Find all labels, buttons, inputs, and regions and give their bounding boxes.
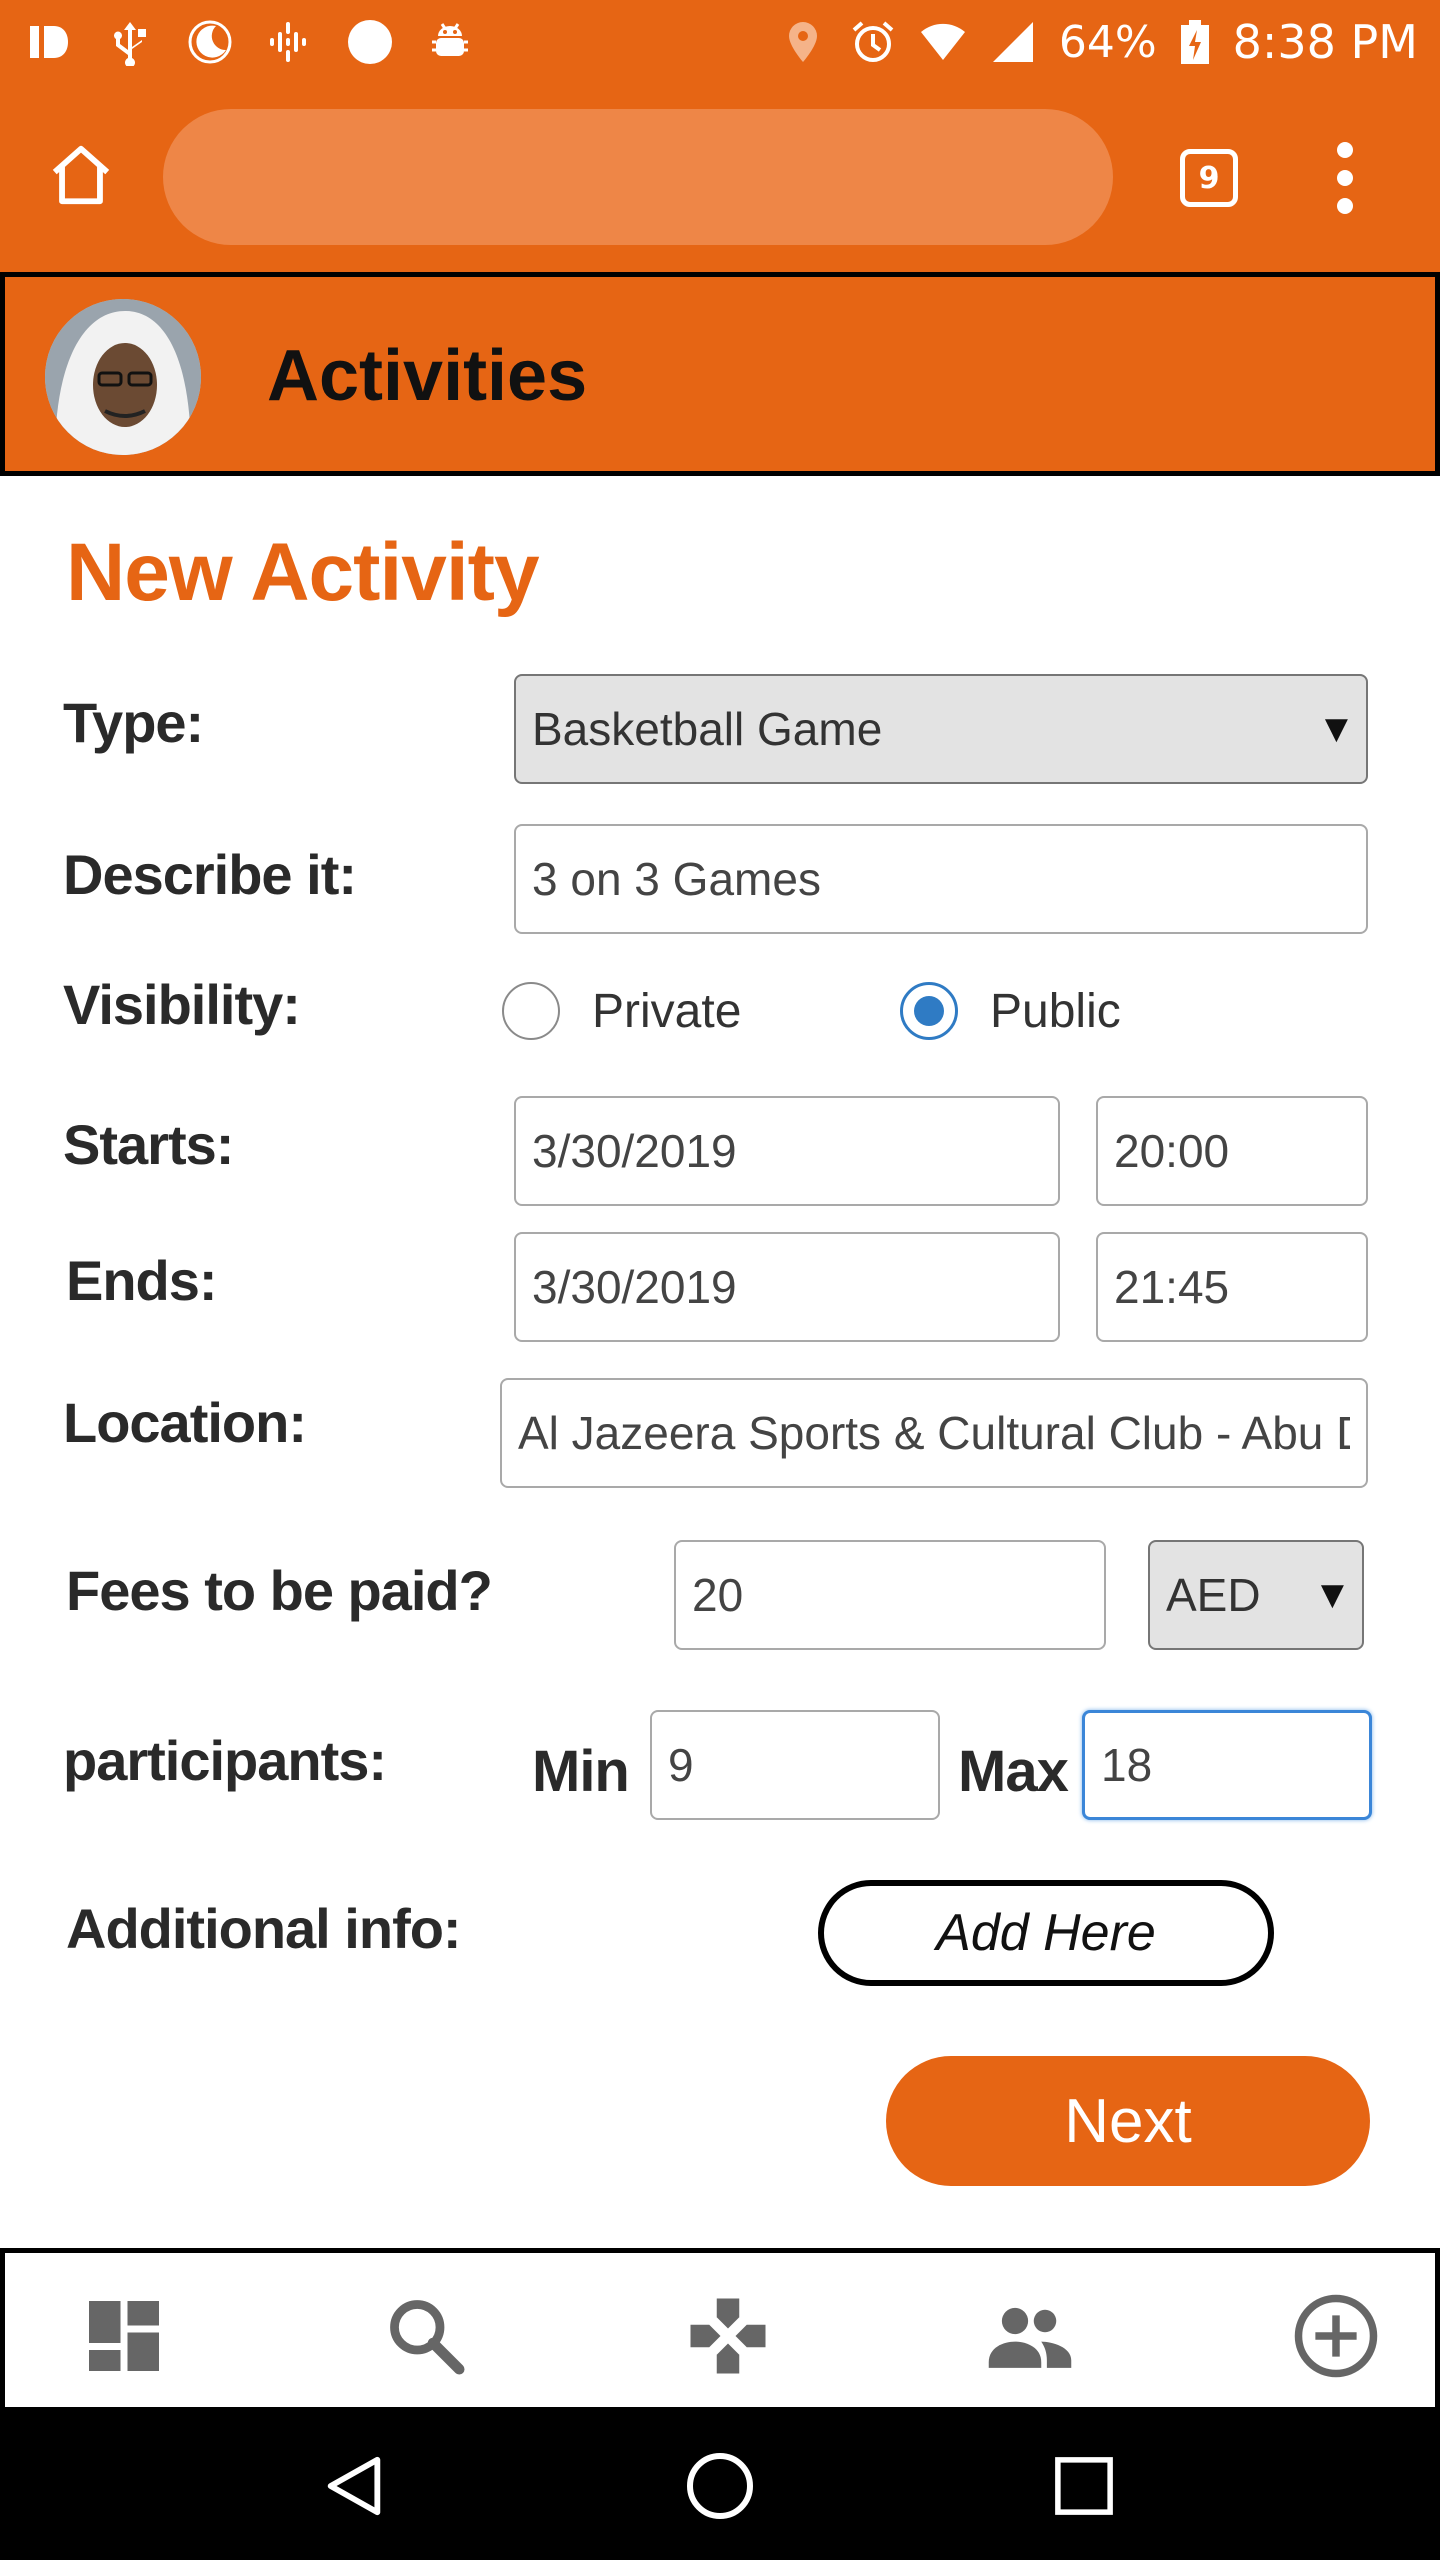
currency-select[interactable]: AED ▼ <box>1148 1540 1364 1650</box>
people-icon <box>988 2307 1072 2368</box>
start-time-input[interactable] <box>1096 1096 1368 1206</box>
back-icon <box>327 2456 381 2516</box>
more-vert-icon[interactable] <box>1320 142 1370 214</box>
nav-home-button[interactable] <box>682 2448 758 2524</box>
radio-public[interactable] <box>900 982 958 1040</box>
radio-public-label[interactable]: Public <box>990 984 1121 1039</box>
describe-label: Describe it: <box>63 843 357 906</box>
header-title: Activities <box>267 336 588 416</box>
bottom-tab-bar <box>0 2248 1440 2412</box>
fees-amount-input[interactable] <box>674 1540 1106 1650</box>
moon-icon <box>188 20 232 64</box>
min-participants-input[interactable] <box>650 1710 940 1820</box>
home-icon <box>52 145 110 205</box>
visibility-label: Visibility: <box>63 973 301 1036</box>
radio-private[interactable] <box>502 982 560 1040</box>
end-date-input[interactable] <box>514 1232 1060 1342</box>
tab-dashboard[interactable] <box>79 2291 169 2381</box>
next-button[interactable]: Next <box>886 2056 1370 2186</box>
add-here-button[interactable]: Add Here <box>818 1880 1274 1986</box>
type-label: Type: <box>63 691 204 754</box>
battery-charging-icon <box>1180 20 1209 64</box>
starts-label: Starts: <box>63 1113 234 1176</box>
url-bar[interactable] <box>163 109 1113 245</box>
avatar[interactable] <box>45 299 201 455</box>
tab-switcher-button[interactable]: 9 <box>1180 149 1238 207</box>
currency-select-value: AED <box>1166 1569 1261 1621</box>
location-label: Location: <box>63 1391 307 1454</box>
podcast-icon <box>270 22 306 62</box>
max-label: Max <box>958 1739 1069 1804</box>
dropdown-arrow-icon: ▼ <box>1320 1577 1344 1613</box>
tab-search[interactable] <box>381 2291 471 2381</box>
type-select[interactable]: Basketball Game ▼ <box>514 674 1368 784</box>
additional-info-label: Additional info: <box>66 1897 462 1960</box>
circle-icon <box>348 20 392 64</box>
signal-icon <box>992 22 1033 62</box>
recents-icon <box>1055 2457 1113 2515</box>
alarm-icon <box>852 21 894 62</box>
radio-private-label[interactable]: Private <box>592 984 741 1039</box>
system-nav-bar <box>0 2412 1440 2560</box>
start-date-input[interactable] <box>514 1096 1060 1206</box>
browser-home-button[interactable] <box>40 134 122 216</box>
gamepad-icon <box>690 2298 766 2374</box>
clock: 8:38 PM <box>1232 15 1418 69</box>
dashboard-icon <box>89 2301 159 2371</box>
ends-label: Ends: <box>66 1249 218 1312</box>
tab-add[interactable] <box>1291 2291 1381 2381</box>
type-select-value: Basketball Game <box>532 703 883 755</box>
search-icon <box>390 2300 465 2375</box>
tab-people[interactable] <box>985 2291 1075 2381</box>
id-icon <box>30 26 68 58</box>
location-icon <box>788 22 817 62</box>
browser-toolbar: 9 <box>0 84 1440 272</box>
status-bar: 64% 8:38 PM <box>0 0 1440 84</box>
wifi-icon <box>920 23 965 60</box>
home-circle-icon <box>687 2453 753 2519</box>
page-title: New Activity <box>66 527 540 618</box>
dropdown-arrow-icon: ▼ <box>1324 711 1348 747</box>
android-debug-icon <box>432 23 468 56</box>
fees-label: Fees to be paid? <box>66 1559 493 1622</box>
battery-percent: 64% <box>1058 16 1157 68</box>
tab-games[interactable] <box>683 2291 773 2381</box>
nav-back-button[interactable] <box>316 2448 392 2524</box>
location-input[interactable] <box>500 1378 1368 1488</box>
end-time-input[interactable] <box>1096 1232 1368 1342</box>
app-header: Activities <box>0 272 1440 476</box>
nav-recents-button[interactable] <box>1046 2448 1122 2524</box>
add-circle-icon <box>1294 2294 1378 2378</box>
max-participants-input[interactable] <box>1082 1710 1372 1820</box>
describe-input[interactable] <box>514 824 1368 934</box>
min-label: Min <box>532 1739 630 1804</box>
participants-label: participants: <box>63 1729 387 1792</box>
usb-icon <box>114 22 146 66</box>
